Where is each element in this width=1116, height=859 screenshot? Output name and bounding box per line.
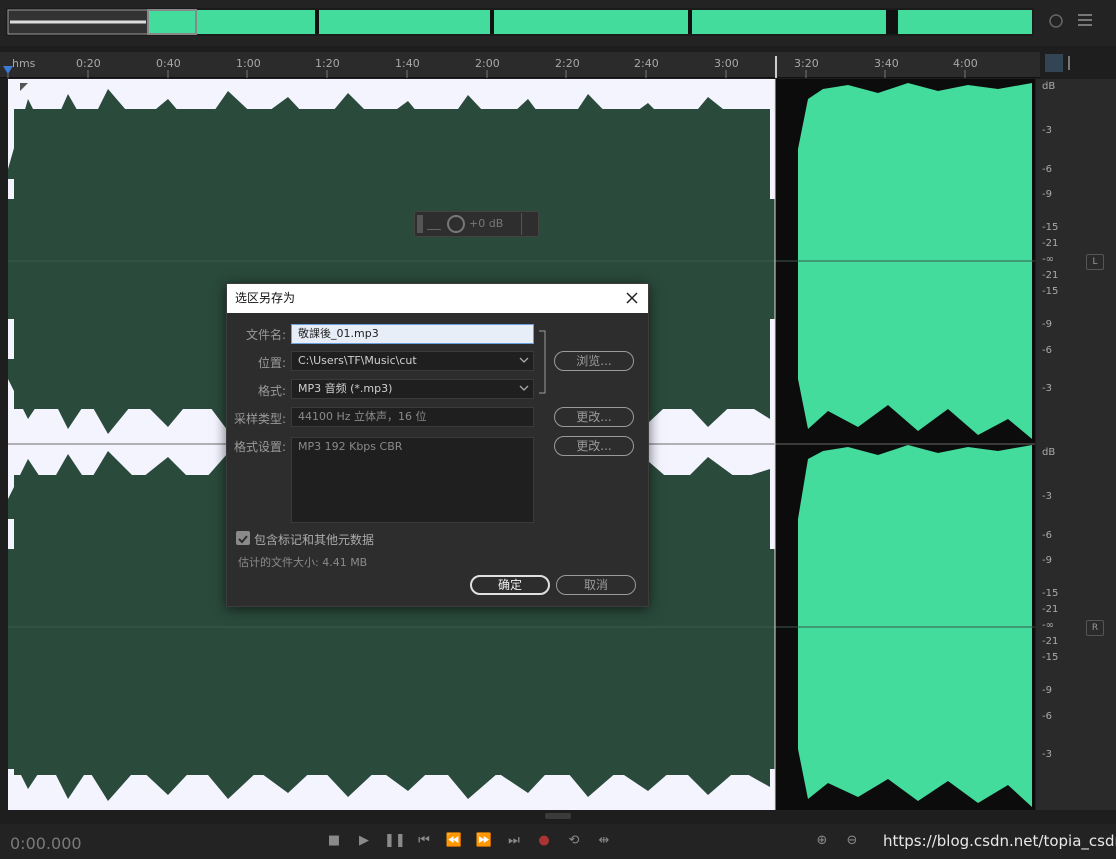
sample-type-field: 44100 Hz 立体声，16 位 [291, 407, 534, 427]
db-label: dB [1042, 447, 1056, 458]
db-label: -21 [1042, 636, 1059, 647]
gain-value: +0 dB [469, 217, 504, 230]
overview-wave-body [150, 10, 1032, 34]
record-icon[interactable]: ● [534, 832, 554, 850]
fast-forward-icon[interactable]: ⏩ [474, 832, 494, 850]
filename-label: 文件名: [245, 328, 286, 342]
db-scale: dB -3 -6 -9 -15 -21 -∞ -21 -15 -9 -6 -3 … [1036, 79, 1116, 810]
format-settings-label: 格式设置: [233, 440, 286, 454]
gain-hud[interactable]: +0 dB [414, 211, 539, 237]
skip-forward-icon[interactable]: ⏭ [504, 832, 524, 850]
level-meter-icon [427, 218, 441, 230]
location-label: 位置: [257, 356, 286, 370]
db-label: -∞ [1042, 620, 1054, 631]
cancel-button[interactable]: 取消 [556, 575, 636, 595]
db-label: -15 [1042, 222, 1059, 233]
horizontal-scroll-grip[interactable] [545, 813, 571, 819]
spectrum-icon[interactable] [1049, 14, 1063, 28]
bracket-icon [539, 330, 546, 394]
playhead-marker [3, 66, 13, 74]
db-label: -21 [1042, 604, 1059, 615]
location-value: C:\Users\TF\Music\cut [298, 354, 417, 367]
gain-knob[interactable] [447, 215, 465, 233]
ok-button[interactable]: 确定 [470, 575, 550, 595]
close-icon[interactable] [624, 290, 640, 306]
dialog-title: 选区另存为 [227, 284, 648, 313]
location-select[interactable]: C:\Users\TF\Music\cut [291, 351, 534, 371]
ruler-ticks [3, 56, 966, 78]
timecode-display: 0:00.000 [10, 834, 82, 853]
db-label: -15 [1042, 652, 1059, 663]
skip-selection-icon[interactable]: ⇹ [594, 832, 614, 850]
overview-waveform[interactable] [0, 0, 1116, 46]
chevron-down-icon [519, 357, 529, 363]
db-label: -6 [1042, 345, 1052, 356]
format-select[interactable]: MP3 音频 (*.mp3) [291, 379, 534, 399]
zoom-out-icon[interactable]: ⊖ [842, 832, 862, 850]
pin-icon[interactable] [1068, 56, 1076, 70]
include-markers-label[interactable]: 包含标记和其他元数据 [254, 531, 374, 548]
include-markers-checkbox[interactable] [236, 531, 250, 545]
db-label: -6 [1042, 164, 1052, 175]
format-settings-field: MP3 192 Kbps CBR [291, 437, 534, 523]
db-label: -6 [1042, 711, 1052, 722]
rewind-icon[interactable]: ⏪ [444, 832, 464, 850]
save-selection-dialog: 选区另存为 文件名: 敬課後_01.mp3 位置: C:\Users\TF\Mu… [226, 283, 649, 607]
db-label: -9 [1042, 685, 1052, 696]
list-icon[interactable] [1078, 14, 1092, 26]
db-label: -3 [1042, 125, 1052, 136]
browse-button[interactable]: 浏览... [554, 351, 634, 371]
pin-hud-icon[interactable] [521, 213, 538, 235]
format-value: MP3 音频 (*.mp3) [298, 382, 393, 395]
pause-icon[interactable]: ❚❚ [384, 832, 406, 850]
stop-icon[interactable]: ■ [324, 832, 344, 850]
db-label: -6 [1042, 530, 1052, 541]
zoom-in-icon[interactable]: ⊕ [812, 832, 832, 850]
db-label: -9 [1042, 189, 1052, 200]
overview-strip[interactable] [0, 0, 1116, 46]
sample-type-label: 采样类型: [233, 412, 286, 426]
estimated-size-text: 估计的文件大小: 4.41 MB [238, 556, 368, 569]
db-label: -9 [1042, 319, 1052, 330]
db-label: -21 [1042, 238, 1059, 249]
channel-right-badge[interactable]: R [1086, 620, 1104, 636]
db-label: -9 [1042, 555, 1052, 566]
db-label: -15 [1042, 286, 1059, 297]
change-format-settings-button[interactable]: 更改... [554, 436, 634, 456]
time-ruler[interactable]: hms 0:20 0:40 1:00 1:20 1:40 2:00 2:20 2… [0, 52, 1070, 78]
watermark-text: https://blog.csdn.net/topia_csdn [883, 832, 1116, 850]
hud-grip-icon[interactable] [417, 215, 423, 233]
db-label: dB [1042, 81, 1056, 92]
loop-icon[interactable]: ⟲ [564, 832, 584, 850]
db-label: -21 [1042, 270, 1059, 281]
change-sample-type-button[interactable]: 更改... [554, 407, 634, 427]
db-label: -3 [1042, 749, 1052, 760]
db-label: -3 [1042, 491, 1052, 502]
db-label: -3 [1042, 383, 1052, 394]
chevron-down-icon [519, 385, 529, 391]
snap-icon[interactable] [1045, 54, 1063, 72]
skip-back-icon[interactable]: ⏮ [414, 832, 434, 850]
channel-left-badge[interactable]: L [1086, 254, 1104, 270]
checkmark-icon [238, 535, 248, 544]
db-label: -15 [1042, 588, 1059, 599]
filename-input[interactable]: 敬課後_01.mp3 [291, 324, 534, 344]
format-label: 格式: [257, 384, 286, 398]
db-label: -∞ [1042, 254, 1054, 265]
transport-bar: 0:00.000 ■ ▶ ❚❚ ⏮ ⏪ ⏩ ⏭ ● ⟲ ⇹ ⊕ ⊖ https:… [0, 824, 1116, 859]
play-icon[interactable]: ▶ [354, 832, 374, 850]
